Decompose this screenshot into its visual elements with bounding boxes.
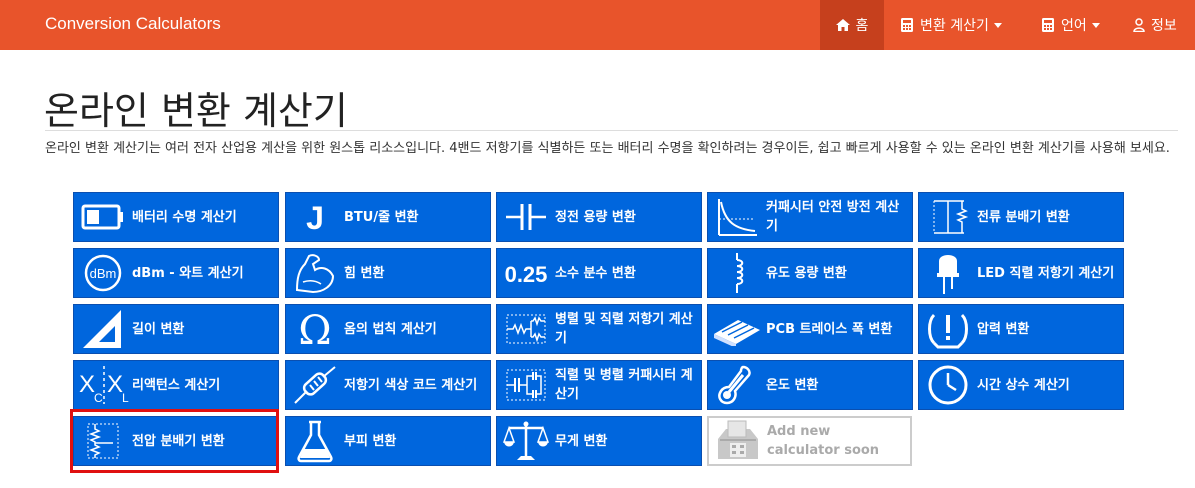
clock-icon bbox=[919, 361, 977, 409]
tile-temperature[interactable]: 온도 변환 bbox=[707, 360, 913, 410]
tile-label: 시간 상수 계산기 bbox=[977, 377, 1070, 393]
tile-series-parallel-capacitor[interactable]: 직렬 및 병렬 커패시터 계산기 bbox=[496, 360, 702, 410]
nav-calculators-dropdown[interactable]: 변환 계산기 bbox=[900, 0, 1002, 50]
brand-link[interactable]: Conversion Calculators bbox=[45, 14, 221, 34]
current-divider-icon bbox=[919, 193, 977, 241]
svg-text:dBm: dBm bbox=[90, 266, 117, 281]
inductor-icon bbox=[708, 249, 766, 297]
tile-label: 길이 변환 bbox=[132, 321, 185, 337]
tile-label: 무게 변환 bbox=[555, 433, 608, 449]
svg-text:C: C bbox=[94, 391, 103, 405]
omega-icon: Ω bbox=[286, 305, 344, 353]
svg-text:X: X bbox=[107, 371, 123, 398]
home-icon bbox=[835, 19, 850, 31]
tile-pressure[interactable]: 압력 변환 bbox=[918, 304, 1124, 354]
pressure-warning-icon bbox=[919, 305, 977, 353]
tile-label: dBm - 와트 계산기 bbox=[132, 265, 244, 281]
tile-label: 압력 변환 bbox=[977, 321, 1030, 337]
top-navbar: Conversion Calculators 홈 변환 계산기 언어 정보 bbox=[0, 0, 1195, 50]
tile-ohms-law[interactable]: Ω 옴의 법칙 계산기 bbox=[285, 304, 491, 354]
tile-length[interactable]: 길이 변환 bbox=[73, 304, 279, 354]
capacitor-network-icon bbox=[497, 361, 555, 409]
nav-language-label: 언어 bbox=[1061, 18, 1087, 34]
svg-text:X: X bbox=[79, 371, 95, 398]
user-icon bbox=[1133, 18, 1145, 32]
tile-label: 저항기 색상 코드 계산기 bbox=[344, 377, 478, 393]
nav-info[interactable]: 정보 bbox=[1133, 0, 1177, 50]
tile-label: 소수 분수 변환 bbox=[555, 265, 636, 281]
tile-capacitor-discharge[interactable]: 커패시터 안전 방전 계산기 bbox=[707, 192, 913, 242]
tile-pcb-trace-width[interactable]: PCB 트레이스 폭 변환 bbox=[707, 304, 913, 354]
tile-label: 리액턴스 계산기 bbox=[132, 377, 221, 393]
nav-info-label: 정보 bbox=[1151, 18, 1177, 34]
intro-text: 온라인 변환 계산기는 여러 전자 산업용 계산을 위한 원스톱 리소스입니다.… bbox=[45, 141, 1170, 156]
chevron-down-icon bbox=[993, 22, 1002, 28]
svg-text:0.25: 0.25 bbox=[505, 262, 548, 287]
svg-text:L: L bbox=[122, 391, 129, 405]
page-title: 온라인 변환 계산기 bbox=[44, 89, 348, 133]
tile-add-new-calculator: Add new calculator soon bbox=[707, 416, 912, 466]
nav-language-dropdown[interactable]: 언어 bbox=[1041, 0, 1100, 50]
tile-label: 온도 변환 bbox=[766, 377, 819, 393]
battery-icon bbox=[74, 193, 132, 241]
muscle-arm-icon bbox=[286, 249, 344, 297]
joule-icon: J bbox=[286, 193, 344, 241]
tile-battery-life[interactable]: 배터리 수명 계산기 bbox=[73, 192, 279, 242]
divider bbox=[45, 130, 1178, 131]
tile-label: 배터리 수명 계산기 bbox=[132, 209, 237, 225]
dbm-icon: dBm bbox=[74, 249, 132, 297]
selection-highlight bbox=[70, 409, 279, 473]
resistor-icon bbox=[286, 361, 344, 409]
tile-resistor-color-code[interactable]: 저항기 색상 코드 계산기 bbox=[285, 360, 491, 410]
reactance-icon: XCXL bbox=[74, 361, 132, 409]
tile-weight[interactable]: 무게 변환 bbox=[496, 416, 702, 466]
tile-decimal-fraction[interactable]: 0.25 소수 분수 변환 bbox=[496, 248, 702, 298]
tile-label: PCB 트레이스 폭 변환 bbox=[766, 321, 893, 337]
tile-volume[interactable]: 부피 변환 bbox=[285, 416, 491, 466]
tile-label: 힘 변환 bbox=[344, 265, 385, 281]
calculator-icon bbox=[901, 18, 913, 32]
tile-parallel-series-resistor[interactable]: 병렬 및 직렬 저항기 계산기 bbox=[496, 304, 702, 354]
nav-home-label: 홈 bbox=[855, 18, 869, 34]
tile-time-constant[interactable]: 시간 상수 계산기 bbox=[918, 360, 1124, 410]
set-square-icon bbox=[74, 305, 132, 353]
capacitor-icon bbox=[497, 193, 555, 241]
tile-current-divider[interactable]: 전류 분배기 변환 bbox=[918, 192, 1124, 242]
nav-home[interactable]: 홈 bbox=[820, 0, 884, 50]
nav-calculators-label: 변환 계산기 bbox=[920, 18, 989, 34]
tile-led-resistor[interactable]: LED 직렬 저항기 계산기 bbox=[918, 248, 1124, 298]
discharge-curve-icon bbox=[708, 193, 766, 241]
tile-label: BTU/줄 변환 bbox=[344, 209, 419, 225]
thermometer-icon bbox=[708, 361, 766, 409]
tile-label: 전류 분배기 변환 bbox=[977, 209, 1070, 225]
tile-label: Add new calculator soon bbox=[767, 424, 880, 458]
tile-force[interactable]: 힘 변환 bbox=[285, 248, 491, 298]
calculator-icon bbox=[1042, 18, 1054, 32]
chevron-down-icon bbox=[1091, 22, 1100, 28]
resistor-network-icon bbox=[497, 305, 555, 353]
tile-label: 정전 용량 변환 bbox=[555, 209, 636, 225]
ballot-box-icon bbox=[709, 417, 767, 465]
tile-inductance[interactable]: 유도 용량 변환 bbox=[707, 248, 913, 298]
tile-reactance[interactable]: XCXL 리액턴스 계산기 bbox=[73, 360, 279, 410]
tile-label: 직렬 및 병렬 커패시터 계산기 bbox=[555, 368, 693, 402]
flask-icon bbox=[286, 417, 344, 465]
svg-text:Ω: Ω bbox=[298, 308, 331, 350]
led-icon bbox=[919, 249, 977, 297]
scale-icon bbox=[497, 417, 555, 465]
tile-label: 병렬 및 직렬 저항기 계산기 bbox=[555, 312, 693, 346]
tile-btu-joule[interactable]: J BTU/줄 변환 bbox=[285, 192, 491, 242]
decimal-icon: 0.25 bbox=[497, 249, 555, 297]
tile-label: 부피 변환 bbox=[344, 433, 397, 449]
tile-label: 커패시터 안전 방전 계산기 bbox=[766, 200, 900, 234]
tile-label: LED 직렬 저항기 계산기 bbox=[977, 265, 1115, 281]
svg-text:J: J bbox=[306, 200, 324, 234]
pcb-icon bbox=[708, 305, 766, 353]
tile-label: 유도 용량 변환 bbox=[766, 265, 847, 281]
tile-dbm-watt[interactable]: dBm dBm - 와트 계산기 bbox=[73, 248, 279, 298]
tile-capacitance[interactable]: 정전 용량 변환 bbox=[496, 192, 702, 242]
tile-label: 옴의 법칙 계산기 bbox=[344, 321, 437, 337]
